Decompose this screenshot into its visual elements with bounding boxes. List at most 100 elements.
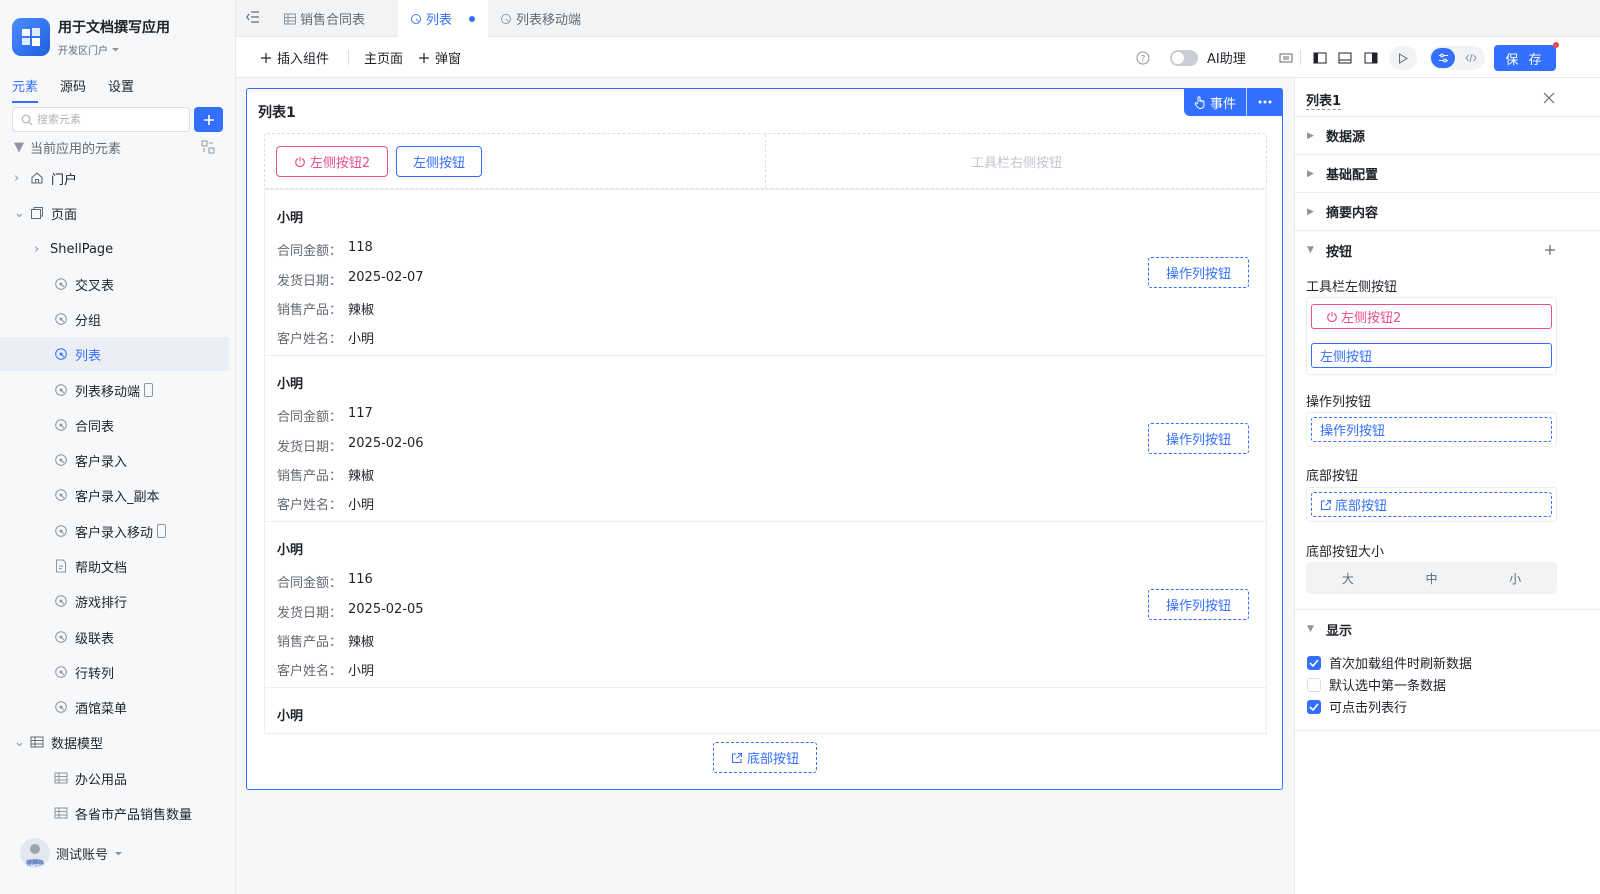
add-element-button[interactable] (194, 107, 223, 132)
caret-down-icon: ▼ (1307, 624, 1314, 634)
tree-item-page[interactable]: 分组 (0, 302, 229, 336)
bottom-button[interactable]: 底部按钮 (713, 742, 817, 773)
size-medium[interactable]: 中 (1390, 562, 1474, 594)
tree-item-label: 行转列 (75, 666, 115, 682)
event-button[interactable]: 事件 (1184, 88, 1246, 116)
page-icon (501, 13, 511, 24)
checkbox[interactable] (1307, 655, 1321, 670)
operation-button[interactable]: 操作列按钮 (1148, 257, 1249, 288)
field-product: 销售产品： 辣椒 (277, 299, 374, 318)
add-button-icon[interactable] (1544, 244, 1556, 256)
list-item[interactable]: 小明 合同金额： 116 发货日期： 2025-02-05 销售产品： 辣椒 客户姓名… (265, 522, 1266, 688)
tree-item-page[interactable]: 客户录入_副本 (0, 478, 229, 512)
panel-title[interactable]: 列表1 (1306, 90, 1342, 110)
config-left-button[interactable]: 左侧按钮 (1311, 343, 1552, 368)
tab-settings[interactable]: 设置 (108, 76, 134, 103)
more-button[interactable] (1247, 88, 1283, 116)
operation-button[interactable]: 操作列按钮 (1148, 589, 1249, 620)
config-left-button-2[interactable]: 左侧按钮2 (1311, 304, 1552, 329)
tree-item-page[interactable]: 游戏排行 (0, 584, 229, 618)
list-item[interactable]: 小明 合同金额： 117 发货日期： 2025-02-06 销售产品： 辣椒 客户姓名… (265, 356, 1266, 522)
option-clickable-rows[interactable]: 可点击列表行 (1307, 697, 1407, 716)
button-label: 左侧按钮 (1320, 350, 1373, 365)
option-refresh-on-load[interactable]: 首次加载组件时刷新数据 (1307, 653, 1472, 672)
section-datasource[interactable]: ▶ 数据源 (1295, 117, 1600, 155)
left-button[interactable]: 左侧按钮 (396, 146, 482, 177)
plus-icon (419, 52, 429, 63)
sidebar-tabs: 元素 源码 设置 (12, 76, 134, 103)
tab-elements[interactable]: 元素 (12, 76, 39, 103)
list-item[interactable]: 小明 (265, 688, 1266, 733)
config-op-button[interactable]: 操作列按钮 (1311, 417, 1552, 442)
list-item[interactable]: 小明 合同金额： 118 发货日期： 2025-02-07 销售产品： 辣椒 客户姓名… (265, 190, 1266, 356)
list-component[interactable]: 列表1 事件 左侧按钮2 左侧按钮 工具栏右侧按钮 小明 合同金额： 118 发货… (246, 88, 1283, 790)
tab-source[interactable]: 源码 (60, 76, 86, 103)
field-customer: 客户姓名： 小明 (277, 660, 374, 679)
save-button[interactable]: 保 存 (1494, 45, 1556, 71)
design-mode-button[interactable] (1431, 48, 1455, 68)
section-buttons[interactable]: ▼ 按钮 (1295, 231, 1600, 269)
main-page-button[interactable]: 主页面 (364, 37, 403, 78)
view-mode-switch[interactable] (1429, 46, 1485, 70)
tree-item-page[interactable]: 行转列 (0, 655, 229, 689)
tab-list[interactable]: 列表 (398, 0, 488, 37)
tree-item-page[interactable]: 合同表 (0, 408, 229, 442)
operation-button[interactable]: 操作列按钮 (1148, 423, 1249, 454)
collapse-sidebar-icon[interactable] (246, 11, 260, 23)
left-button-2[interactable]: 左侧按钮2 (276, 146, 388, 177)
tab-list-mobile[interactable]: 列表移动端 (488, 0, 608, 37)
layout-toggle-icon[interactable] (1279, 51, 1293, 65)
checkbox[interactable] (1307, 677, 1321, 692)
tree-section-current[interactable]: ▼ 当前应用的元素 (0, 130, 229, 164)
code-mode-button[interactable] (1459, 48, 1483, 68)
tree-item-page[interactable]: 交叉表 (0, 267, 229, 301)
locate-icon[interactable] (201, 140, 215, 154)
tree-item-page-selected[interactable]: 列表 (0, 337, 229, 371)
left-panel-icon[interactable] (1313, 51, 1327, 65)
external-link-icon (1321, 499, 1331, 510)
tree-item-datamodel[interactable]: ⌄ 数据模型 (0, 725, 229, 759)
tree-item-page[interactable]: 客户录入移动 (0, 514, 229, 548)
tree-item-pages[interactable]: ⌄ 页面 (0, 196, 229, 230)
size-large[interactable]: 大 (1306, 562, 1390, 594)
table-icon (54, 772, 68, 784)
help-icon[interactable]: ? (1136, 51, 1150, 65)
section-basic-config[interactable]: ▶ 基础配置 (1295, 155, 1600, 193)
page-icon (55, 384, 67, 396)
tree-item-doc[interactable]: 帮助文档 (0, 549, 229, 583)
size-small[interactable]: 小 (1473, 562, 1557, 594)
checkbox[interactable] (1307, 699, 1321, 714)
tree-section-label: 当前应用的元素 (30, 141, 122, 157)
toolbar-right-placeholder[interactable]: 工具栏右侧按钮 (765, 134, 1267, 188)
tree-item-page[interactable]: 酒馆菜单 (0, 690, 229, 724)
section-summary[interactable]: ▶ 摘要内容 (1295, 193, 1600, 231)
tree-item-page[interactable]: 列表移动端 (0, 373, 229, 407)
tree-item-table[interactable]: 各省市产品销售数量 (0, 796, 229, 830)
ai-toggle-switch[interactable] (1170, 49, 1198, 66)
search-input[interactable] (37, 113, 177, 126)
ai-assistant-toggle[interactable]: AI助理 (1170, 37, 1246, 78)
popup-button[interactable]: 弹窗 (418, 37, 461, 78)
close-icon[interactable] (1543, 92, 1555, 104)
account-menu[interactable]: 管理员 测试账号 (20, 838, 123, 868)
list-body: 小明 合同金额： 118 发货日期： 2025-02-07 销售产品： 辣椒 客户姓名… (264, 189, 1267, 734)
tree-item-shellpage[interactable]: › ShellPage (0, 232, 229, 266)
option-select-first[interactable]: 默认选中第一条数据 (1307, 675, 1446, 694)
env-switcher[interactable]: 开发区门户 (58, 42, 120, 57)
tree-item-page[interactable]: 客户录入 (0, 443, 229, 477)
tree-item-table[interactable]: 办公用品 (0, 761, 229, 795)
tab-sales-contract[interactable]: 销售合同表 (274, 0, 398, 37)
insert-component-button[interactable]: 插入组件 (260, 37, 329, 78)
section-display[interactable]: ▼ 显示 (1295, 610, 1600, 648)
page-icon (55, 489, 67, 501)
preview-button[interactable] (1389, 46, 1417, 70)
field-date: 发货日期： 2025-02-06 (277, 436, 424, 455)
tree-item-portal[interactable]: › 门户 (0, 161, 229, 195)
more-icon (1258, 100, 1272, 104)
right-panel-icon[interactable] (1364, 51, 1378, 65)
bottom-panel-icon[interactable] (1338, 51, 1352, 65)
sliders-icon (1438, 53, 1448, 63)
page-icon (55, 631, 67, 643)
config-bottom-button[interactable]: 底部按钮 (1311, 492, 1552, 517)
tree-item-page[interactable]: 级联表 (0, 620, 229, 654)
